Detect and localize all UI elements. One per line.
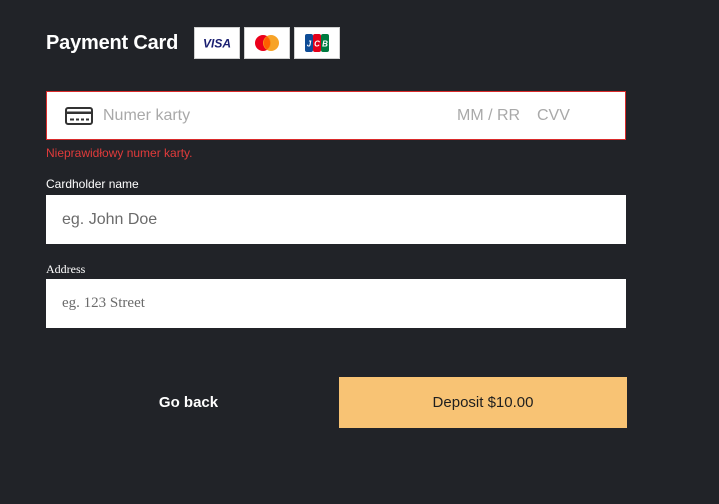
mastercard-logo-icon bbox=[244, 27, 291, 59]
payment-card-header: Payment Card VISA J C B bbox=[46, 27, 344, 59]
svg-text:B: B bbox=[322, 40, 328, 49]
card-number-input[interactable] bbox=[103, 92, 443, 139]
svg-text:VISA: VISA bbox=[203, 37, 231, 49]
visa-logo-icon: VISA bbox=[194, 27, 241, 59]
card-details-field[interactable] bbox=[46, 91, 626, 140]
card-expiry-input[interactable] bbox=[457, 92, 527, 139]
svg-text:C: C bbox=[314, 40, 320, 49]
deposit-button[interactable]: Deposit $10.00 bbox=[339, 377, 627, 428]
card-error-message: Nieprawidłowy numer karty. bbox=[46, 146, 193, 160]
cardholder-name-label: Cardholder name bbox=[46, 177, 139, 191]
address-input[interactable] bbox=[46, 279, 626, 328]
address-label: Address bbox=[46, 262, 86, 276]
go-back-button[interactable]: Go back bbox=[46, 377, 331, 428]
card-cvv-input[interactable] bbox=[537, 92, 607, 139]
jcb-logo-icon: J C B bbox=[294, 27, 341, 59]
cardholder-name-input[interactable] bbox=[46, 195, 626, 244]
svg-text:J: J bbox=[307, 40, 312, 49]
page-title: Payment Card bbox=[46, 31, 179, 54]
credit-card-icon bbox=[65, 107, 93, 130]
